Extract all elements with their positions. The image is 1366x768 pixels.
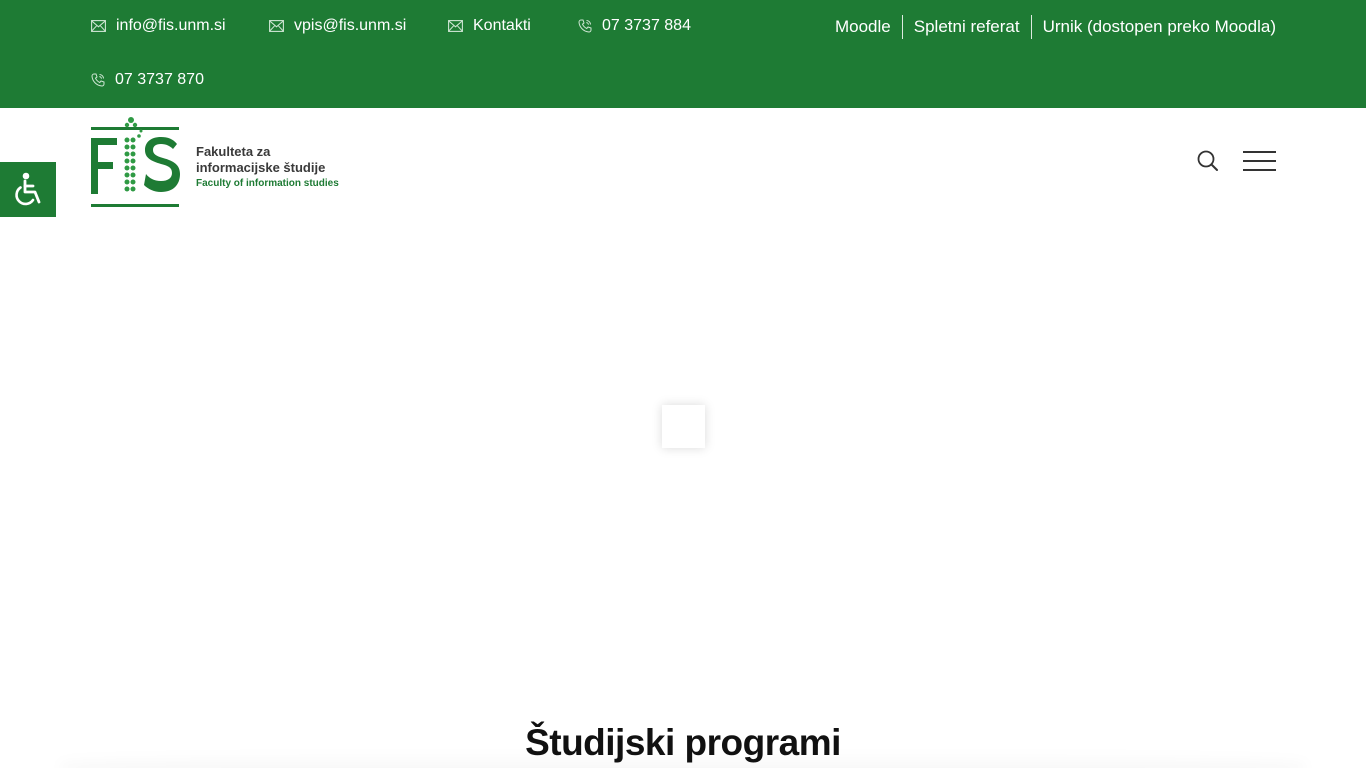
top-links: Moodle Spletni referat Urnik (dostopen p… [824, 14, 1276, 40]
logo-text: Fakulteta za informacijske študije Facul… [196, 144, 339, 192]
logo-line-2: informacijske študije [196, 160, 326, 175]
hamburger-menu-icon [1243, 160, 1276, 162]
contact-kontakti[interactable]: Kontakti [448, 16, 531, 36]
contact-email-vpis[interactable]: vpis@fis.unm.si [269, 16, 406, 36]
contact-phone-884-text: 07 3737 884 [602, 17, 691, 34]
link-urnik[interactable]: Urnik (dostopen preko Moodla) [1032, 15, 1276, 39]
search-icon [1197, 150, 1218, 171]
contact-phone-884[interactable]: 07 3737 884 [578, 16, 691, 36]
contact-phone-870-text: 07 3737 870 [115, 71, 204, 88]
link-spletni-referat[interactable]: Spletni referat [903, 15, 1031, 39]
mail-icon [448, 20, 463, 32]
contact-email-vpis-text: vpis@fis.unm.si [294, 17, 407, 34]
contact-email-info[interactable]: info@fis.unm.si [91, 16, 226, 36]
link-divider [1030, 15, 1032, 39]
search-button[interactable] [1196, 149, 1220, 173]
contact-kontakti-text: Kontakti [473, 17, 531, 34]
fis-logo-mark [91, 117, 180, 207]
wheelchair-icon [15, 172, 41, 205]
accessibility-button[interactable] [0, 162, 56, 217]
link-moodle[interactable]: Moodle [824, 15, 902, 39]
top-contact-bar: info@fis.unm.si vpis@fis.unm.si Kontakti… [0, 0, 1366, 108]
logo-line-1: Fakulteta za [196, 144, 271, 159]
phone-icon [91, 73, 105, 87]
loading-spinner [662, 405, 705, 448]
hamburger-menu-icon [1243, 169, 1276, 171]
contact-phone-870[interactable]: 07 3737 870 [91, 70, 204, 90]
phone-icon [578, 19, 592, 33]
site-logo[interactable]: Fakulteta za informacijske študije Facul… [91, 116, 341, 210]
mail-icon [269, 20, 284, 32]
hamburger-menu-icon [1243, 151, 1276, 153]
link-divider [901, 15, 903, 39]
hamburger-menu-button[interactable] [1243, 150, 1277, 172]
section-title: Študijski programi [525, 722, 841, 763]
mail-icon [91, 20, 106, 32]
logo-line-3: Faculty of information studies [196, 178, 339, 189]
contact-email-info-text: info@fis.unm.si [116, 17, 226, 34]
